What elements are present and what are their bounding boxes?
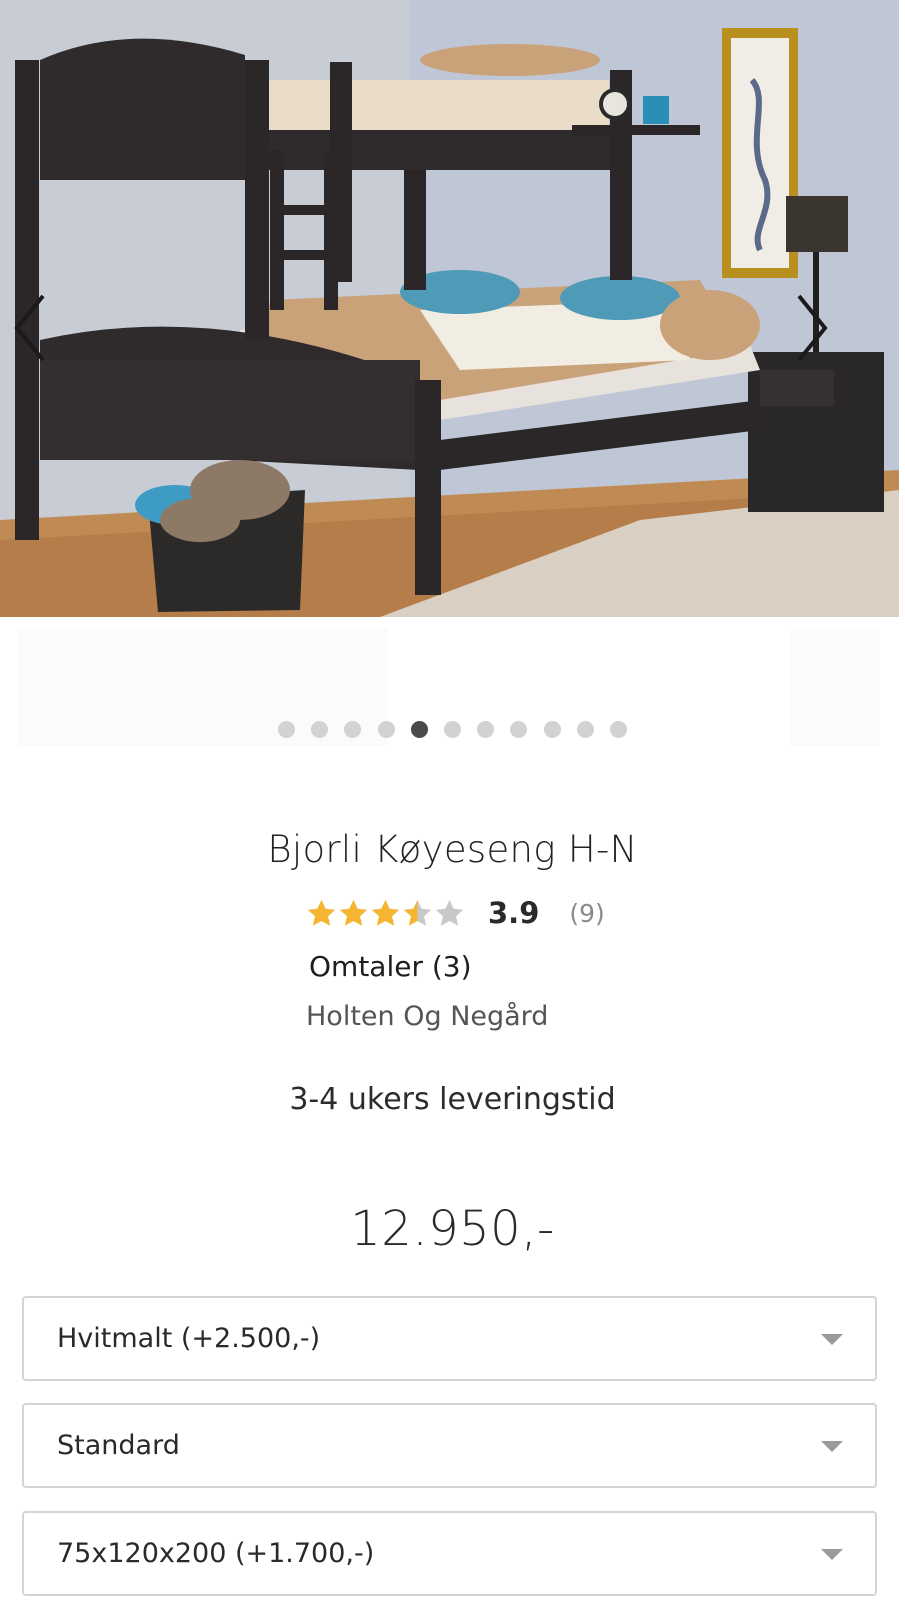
rating-count: (9) [569,898,605,928]
chevron-left-icon [14,294,45,362]
reviews-link[interactable]: Omtaler (3) [309,950,472,983]
product-title: Bjorli Køyeseng H-N [267,828,638,871]
pagination-dot[interactable] [311,720,329,738]
pagination-dot[interactable] [510,720,528,738]
product-price: 12.950,- [350,1201,555,1257]
color-select[interactable]: Hvitmalt (+2.500,-) [22,1296,877,1381]
pagination-dot[interactable] [543,720,561,738]
pagination-dot[interactable] [410,720,428,738]
variant-select[interactable]: Standard [22,1403,877,1488]
pagination-dot[interactable] [477,720,495,738]
color-select-value: Hvitmalt (+2.500,-) [57,1323,321,1354]
product-rating: 3.9 (9) [306,893,605,933]
size-select-value: 75x120x200 (+1.700,-) [57,1538,375,1569]
caret-down-icon [821,1549,843,1560]
brand-link[interactable]: Holten Og Negård [306,1001,548,1032]
pagination-dot[interactable] [344,720,362,738]
gallery-next-button[interactable] [788,290,834,366]
variant-select-value: Standard [57,1430,180,1461]
chevron-right-icon [797,294,828,362]
gallery-prev-button[interactable] [8,290,54,366]
star-icon [403,899,432,926]
rating-value: 3.9 [488,896,540,930]
gallery-pagination [0,719,905,739]
pagination-dot[interactable] [377,720,395,738]
pagination-dot[interactable] [444,720,461,738]
caret-down-icon [821,1334,843,1345]
pagination-dot[interactable] [278,720,296,738]
pagination-dot[interactable] [576,720,594,738]
delivery-time: 3-4 ukers leveringstid [289,1082,616,1117]
product-image[interactable] [0,0,899,617]
pagination-dot[interactable] [609,720,627,738]
star-icon [435,899,464,926]
rating-stars [306,898,466,928]
star-icon [307,899,336,926]
product-image-gallery[interactable] [0,0,905,750]
star-icon [339,899,368,926]
caret-down-icon [821,1441,843,1452]
star-icon [371,899,400,926]
size-select[interactable]: 75x120x200 (+1.700,-) [22,1511,877,1596]
